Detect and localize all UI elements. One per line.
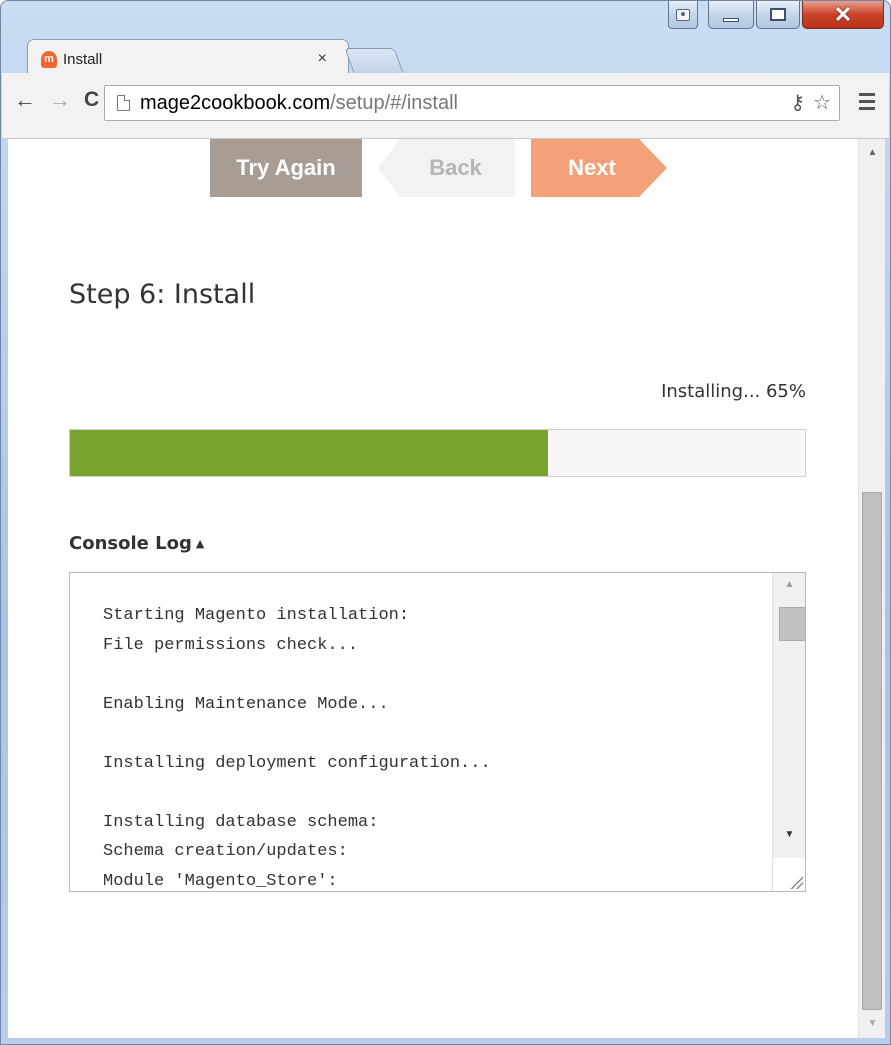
star-icon[interactable]: ☆ [813,90,831,115]
new-tab-button[interactable] [344,48,404,73]
hamburger-menu-icon[interactable] [859,93,875,114]
maximize-icon [770,8,786,21]
key-icon[interactable]: ⚷ [790,90,805,115]
tab-title: Install [63,50,103,68]
minimize-icon [723,17,739,22]
console-line: Starting Magento installation: [103,606,410,625]
console-line: File permissions check... [103,635,359,655]
progress-label: Installing... 65% [661,381,806,402]
console-log-text: Starting Magento installation: File permi… [103,601,491,891]
omnibox-icons: ⚷ ☆ [790,90,831,115]
console-scrollbar[interactable]: ▲ ▼ [772,573,805,891]
close-icon: ✕ [833,1,853,27]
next-button[interactable]: Next [531,139,667,197]
scroll-up-icon[interactable]: ▲ [773,579,805,590]
browser-toolbar: ← → C mage2cookbook.com/setup/#/install … [2,73,889,139]
title-bar: ✕ [1,1,890,41]
tab-close-icon[interactable]: × [318,50,327,68]
resize-grip-icon[interactable] [789,875,803,889]
page-icon [117,95,130,111]
minimize-button[interactable] [708,1,754,29]
tab-install-content: m Install × [41,45,341,73]
url-text[interactable]: mage2cookbook.com/setup/#/install [140,92,458,115]
close-window-button[interactable]: ✕ [802,1,884,29]
console-scrollbar-thumb[interactable] [779,607,805,641]
reload-icon[interactable]: C [84,87,99,113]
url-host: mage2cookbook.com [140,91,331,114]
back-button[interactable]: Back [378,139,515,197]
arrow-left-icon[interactable]: ← [14,87,36,113]
console-line: Installing database schema: [103,812,379,832]
console-line: Module 'Magento_Store': [103,871,338,891]
progress-bar [69,429,806,477]
maximize-button[interactable] [756,1,800,29]
page-viewport: Try Again Back Next Step 6: Install Inst… [8,139,885,1038]
url-path: /setup/#/install [330,91,458,114]
console-log-toggle[interactable]: Console Log ▲ [69,533,204,554]
console-line: Enabling Maintenance Mode... [103,694,389,714]
console-log[interactable]: Starting Magento installation: File permi… [69,572,806,892]
console-line: Schema creation/updates: [103,842,348,861]
scroll-down-icon[interactable]: ▼ [859,1014,885,1034]
user-icon[interactable] [668,1,698,29]
console-line: Installing deployment configuration... [103,753,491,773]
magento-logo-icon: m [41,50,57,68]
scroll-up-icon[interactable]: ▲ [859,143,885,163]
console-log-title: Console Log [69,533,192,554]
scroll-down-icon[interactable]: ▼ [773,829,805,840]
page-scrollbar-thumb[interactable] [862,492,882,1010]
address-bar[interactable]: mage2cookbook.com/setup/#/install ⚷ ☆ [104,85,840,121]
page-title: Step 6: Install [69,279,256,310]
window-controls: ✕ [668,1,884,31]
try-again-button[interactable]: Try Again [210,139,362,197]
progress-fill [70,430,548,476]
caret-up-icon: ▲ [195,537,205,550]
browser-window: ✕ m Install × ← → C mage2cookbook.com/se… [0,0,891,1045]
arrow-right-icon[interactable]: → [49,87,71,113]
page-scrollbar[interactable]: ▲ ▼ [858,139,885,1038]
